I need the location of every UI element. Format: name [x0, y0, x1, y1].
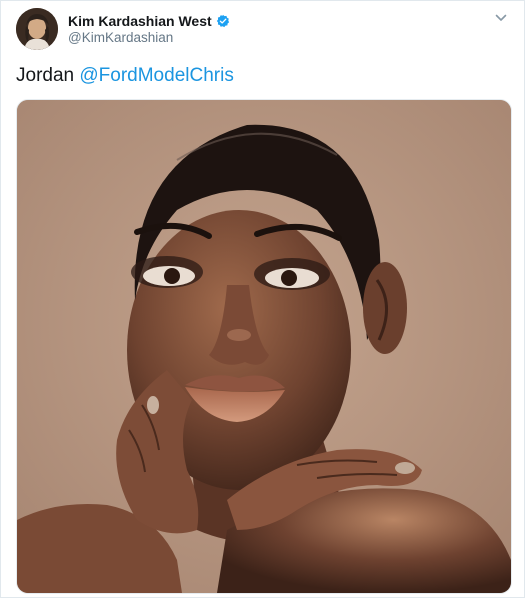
verified-badge-icon [216, 14, 230, 28]
author-handle[interactable]: @KimKardashian [68, 30, 173, 45]
portrait-image [17, 100, 511, 593]
author-name-row[interactable]: Kim Kardashian West [68, 12, 230, 30]
author-display-name[interactable]: Kim Kardashian West [68, 13, 212, 29]
mention-link[interactable]: @FordModelChris [79, 65, 233, 86]
tweet-text-prefix: Jordan [16, 65, 80, 86]
tweet-text: Jordan @FordModelChris [16, 64, 234, 88]
tweet-card: Kim Kardashian West @KimKardashian Jorda… [0, 0, 525, 598]
avatar-photo [16, 8, 58, 50]
tweet-photo[interactable] [16, 99, 512, 594]
chevron-down-icon[interactable] [494, 11, 508, 25]
avatar[interactable] [16, 8, 58, 50]
